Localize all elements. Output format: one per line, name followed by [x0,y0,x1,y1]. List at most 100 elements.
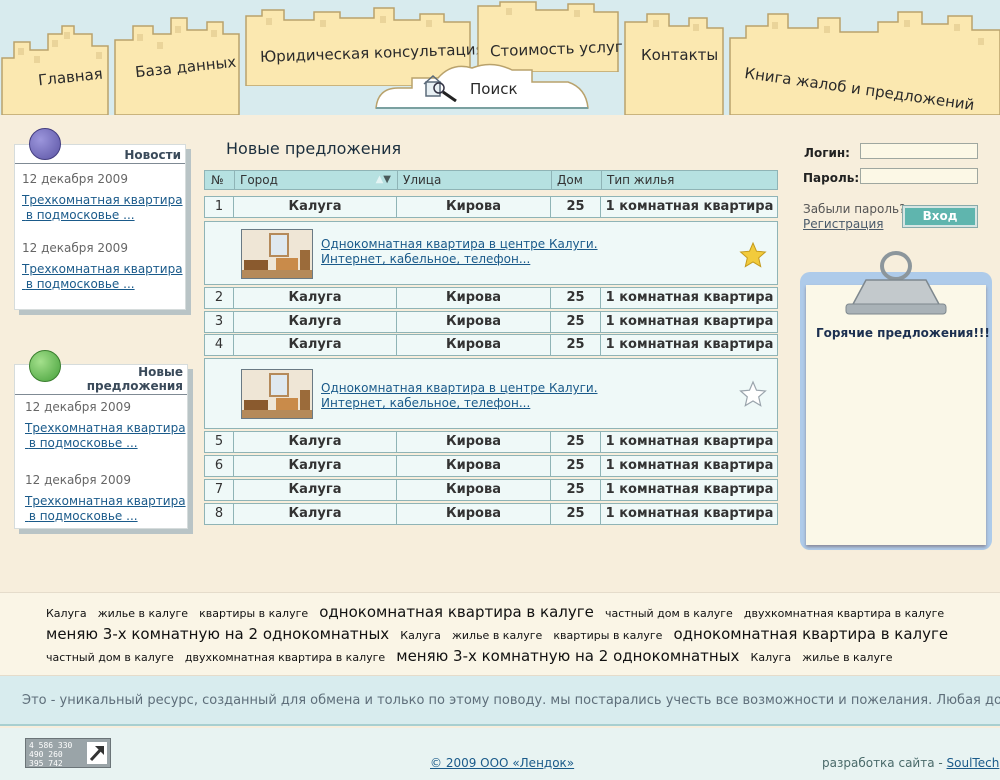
news-link[interactable]: Трехкомнатная квартира в подмосковье ... [22,262,183,292]
site-header: Главная База данных Юридическая консульт… [0,0,1000,115]
row-number: 6 [214,458,224,473]
table-row[interactable]: 1 Калуга Кирова 25 1 комнатная квартира [204,196,778,218]
info-ticker: Это - уникальный ресурс, созданный для о… [0,676,1000,726]
apartment-thumbnail[interactable] [241,229,313,279]
tag-link[interactable]: однокомнатная квартира в калуге [674,625,949,643]
listing-detail-link[interactable]: Интернет, кабельное, телефон... [321,396,530,410]
tag-link[interactable]: Калуга [400,629,441,642]
tag-link[interactable]: двухкомнатная квартира в калуге [185,651,385,664]
login-input[interactable] [860,143,978,159]
search-tab[interactable]: Поиск [372,58,592,110]
column-header-street[interactable]: Улица [397,171,551,189]
column-header-num[interactable]: № [205,171,234,189]
arrow-icon [87,742,107,764]
row-house: 25 [550,456,600,476]
row-number: 8 [214,506,224,521]
row-number: 5 [214,434,224,449]
clipboard-paper [806,285,986,545]
counter-line: 4 586 330 [29,741,73,750]
tag-cloud: Калуга жилье в калуге квартиры в калуге … [0,592,1000,676]
table-row[interactable]: 8 Калуга Кирова 25 1 комнатная квартира [204,503,778,525]
row-city: Калуга [233,312,396,332]
column-header-type[interactable]: Тип жилья [601,171,778,189]
row-street: Кирова [396,456,550,476]
column-header-city[interactable]: Город ▲▼ [234,171,397,189]
nav-tab-complaints[interactable]: Книга жалоб и предложений [728,8,1000,115]
row-street: Кирова [396,432,550,452]
nav-tab-home[interactable]: Главная [0,20,110,115]
counter-line: 395 742 [29,759,63,768]
table-row[interactable]: 5 Калуга Кирова 25 1 комнатная квартира [204,431,778,453]
nav-tab-database[interactable]: База данных [113,14,241,115]
row-city: Калуга [233,197,396,217]
news-link[interactable]: Трехкомнатная квартира в подмосковье ... [22,193,183,223]
apartment-thumbnail[interactable] [241,369,313,419]
news-date: 12 декабря 2009 [22,172,128,186]
tag-link[interactable]: Калуга [46,607,87,620]
login-button[interactable]: Вход [903,206,977,227]
divider [15,394,187,395]
row-street: Кирова [396,288,550,308]
listing-detail: Однокомнатная квартира в центре Калуги. … [204,221,778,285]
row-number: 7 [214,482,224,497]
new-offers-box: Новые предложения 12 декабря 2009 Трехко… [14,350,188,529]
table-row[interactable]: 4 Калуга Кирова 25 1 комнатная квартира [204,334,778,356]
offer-link[interactable]: Трехкомнатная квартира в подмосковье ... [25,494,186,524]
hot-offers-title: Горячие предложения!!! [816,326,990,340]
table-row[interactable]: 2 Калуга Кирова 25 1 комнатная квартира [204,287,778,309]
column-header-house[interactable]: Дом [551,171,601,189]
listing-detail-link[interactable]: Интернет, кабельное, телефон... [321,252,530,266]
blue-pin-icon [29,128,61,160]
listings-title: Новые предложения [226,139,402,158]
site-footer: 4 586 330 490 260 395 742 © 2009 ООО «Ле… [0,728,1000,780]
sort-arrows-icon[interactable]: ▲▼ [376,171,391,189]
star-filled-icon[interactable] [739,241,767,269]
password-input[interactable] [860,168,978,184]
row-city: Калуга [233,288,396,308]
ticker-text: Это - уникальный ресурс, созданный для о… [22,693,1000,708]
column-header-city-label: Город [240,173,278,187]
news-date: 12 декабря 2009 [22,241,128,255]
tag-link[interactable]: меняю 3-х комнатную на 2 однокомнатных [396,647,739,665]
tag-link[interactable]: частный дом в калуге [605,607,733,620]
tag-link[interactable]: двухкомнатная квартира в калуге [744,607,944,620]
table-row[interactable]: 6 Калуга Кирова 25 1 комнатная квартира [204,455,778,477]
nav-tab-contacts[interactable]: Контакты [623,10,725,115]
developer-link[interactable]: SoulTech [947,756,1000,770]
row-type: 1 комнатная квартира [600,197,778,217]
tag-link[interactable]: меняю 3-х комнатную на 2 однокомнатных [46,625,389,643]
row-street: Кирова [396,504,550,524]
copyright-link[interactable]: © 2009 ООО «Лендок» [430,756,574,770]
row-number: 1 [214,199,224,214]
news-link-line2: в подмосковье ... [25,277,135,291]
row-type: 1 комнатная квартира [600,312,778,332]
tag-link[interactable]: квартиры в калуге [553,629,662,642]
forgot-password-text: Забыли пароль? [803,202,906,216]
star-empty-icon[interactable] [739,380,767,408]
tag-link[interactable]: частный дом в калуге [46,651,174,664]
row-city: Калуга [233,504,396,524]
row-house: 25 [550,312,600,332]
news-link-line2: в подмосковье ... [25,208,135,222]
tag-link[interactable]: жилье в калуге [802,651,892,664]
hot-offers-clipboard: Горячие предложения!!! [800,250,992,550]
new-offers-title-line1: Новые [138,365,183,379]
visit-counter[interactable]: 4 586 330 490 260 395 742 [25,738,111,768]
listing-detail-link[interactable]: Однокомнатная квартира в центре Калуги. [321,237,598,251]
offer-link[interactable]: Трехкомнатная квартира в подмосковье ... [25,421,186,451]
listing-detail-link[interactable]: Однокомнатная квартира в центре Калуги. [321,381,598,395]
offer-link-line1: Трехкомнатная квартира [25,421,186,435]
table-row[interactable]: 3 Калуга Кирова 25 1 комнатная квартира [204,311,778,333]
offer-link-line2: в подмосковье ... [28,436,138,450]
row-house: 25 [550,288,600,308]
tag-link[interactable]: Калуга [751,651,792,664]
tag-link[interactable]: жилье в калуге [452,629,542,642]
row-city: Калуга [233,480,396,500]
tag-link[interactable]: квартиры в калуге [199,607,308,620]
register-link[interactable]: Регистрация [803,217,883,231]
tag-link[interactable]: однокомнатная квартира в калуге [319,603,594,621]
table-row[interactable]: 7 Калуга Кирова 25 1 комнатная квартира [204,479,778,501]
tag-line: меняю 3-х комнатную на 2 однокомнатных К… [46,624,954,643]
row-house: 25 [550,504,600,524]
tag-link[interactable]: жилье в калуге [98,607,188,620]
